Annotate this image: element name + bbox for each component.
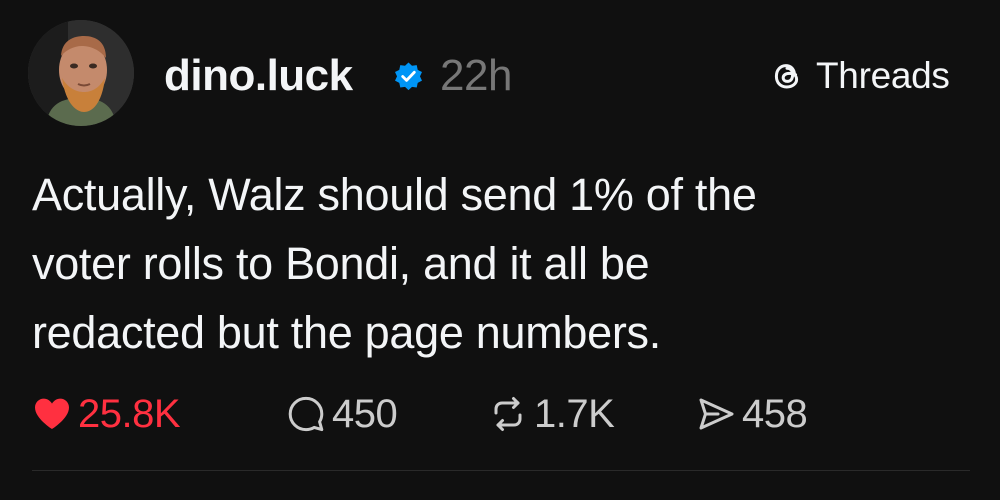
repost-count: 1.7K — [534, 391, 615, 436]
avatar[interactable] — [28, 20, 134, 126]
threads-post-card: dino.luck 22h Threads Actually, Walz sho… — [0, 0, 1000, 500]
reply-icon — [288, 396, 324, 432]
threads-label: Threads — [816, 55, 950, 96]
username[interactable]: dino.luck — [164, 50, 353, 102]
verified-badge-icon — [395, 62, 422, 91]
post-text: Actually, Walz should send 1% of the vot… — [32, 169, 757, 358]
repost-button[interactable]: 1.7K — [488, 388, 615, 440]
avatar-image — [28, 20, 134, 126]
share-icon — [699, 398, 734, 430]
threads-logo-icon — [774, 64, 799, 89]
share-count: 458 — [742, 391, 808, 436]
post-actions: 25.8K 450 1.7K 458 — [32, 388, 972, 440]
heart-icon — [35, 398, 69, 429]
repost-icon — [494, 397, 522, 431]
like-button[interactable]: 25.8K — [32, 388, 181, 440]
reply-button[interactable]: 450 — [286, 388, 398, 440]
reply-count: 450 — [332, 391, 398, 436]
threads-brand[interactable]: Threads — [768, 52, 950, 100]
divider — [32, 470, 970, 471]
share-button[interactable]: 458 — [696, 388, 808, 440]
like-count: 25.8K — [78, 391, 181, 436]
post-timestamp: 22h — [440, 51, 512, 100]
